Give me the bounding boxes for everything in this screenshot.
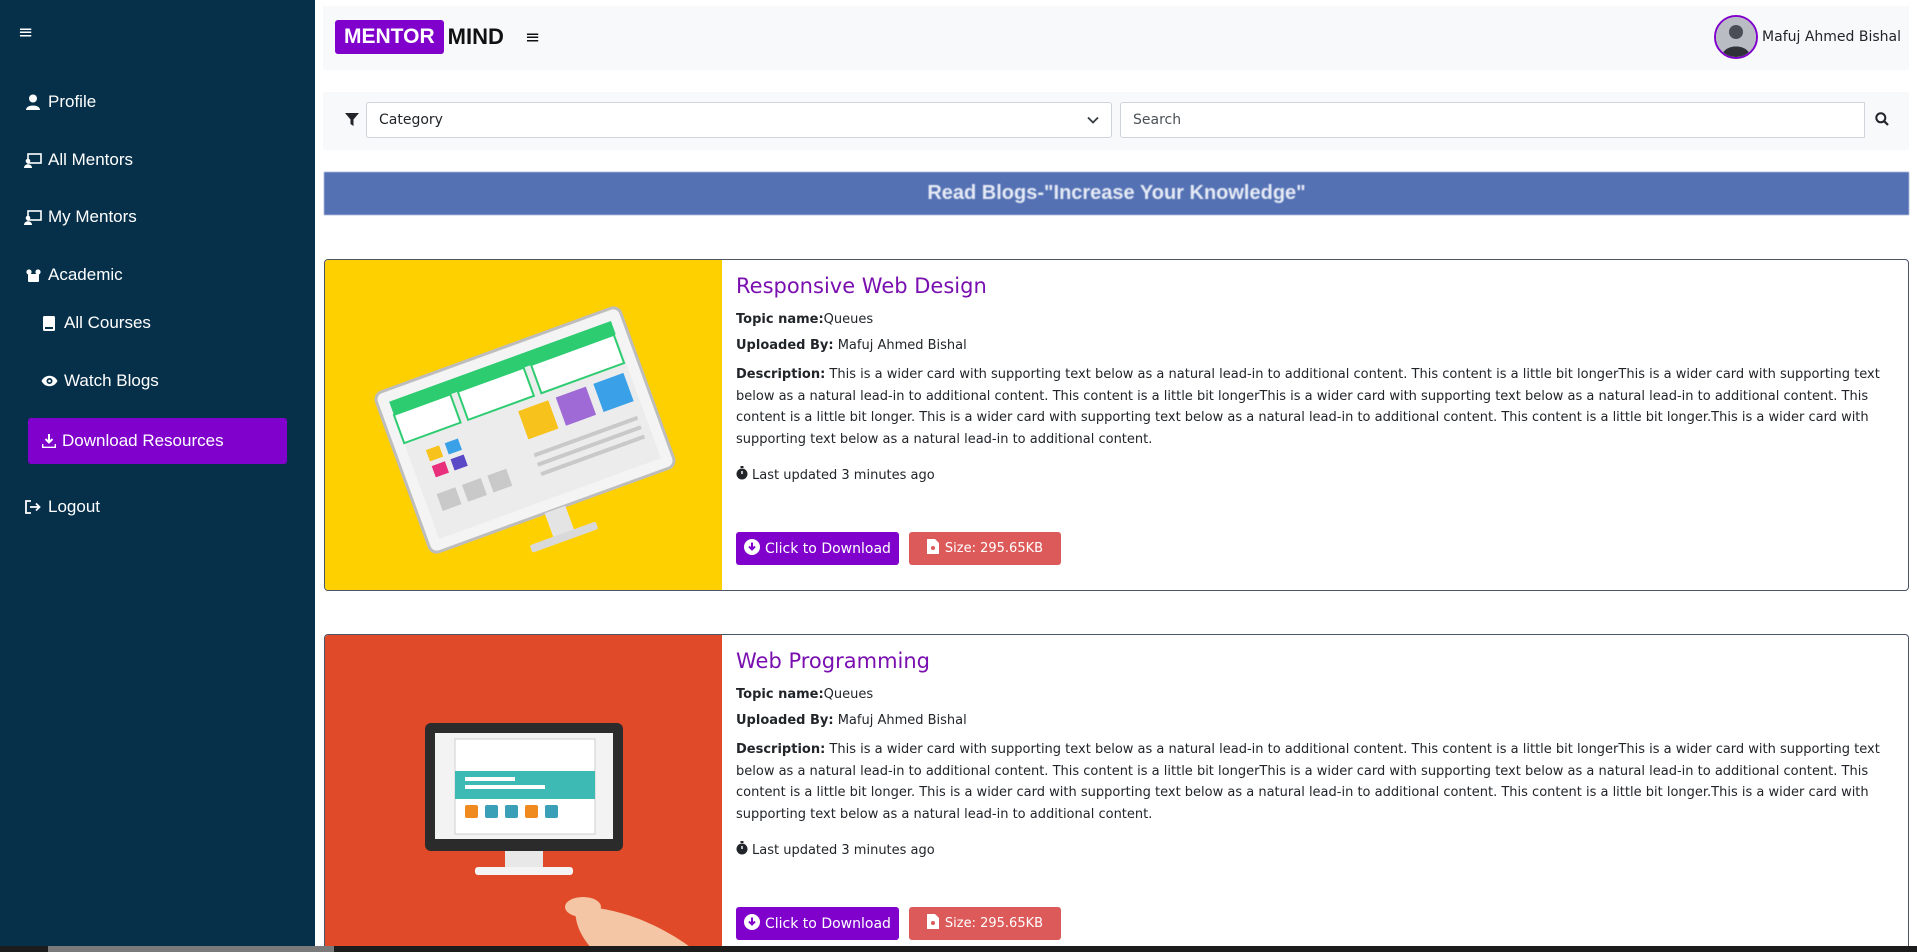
top-navbar: MENTOR MIND ≡ Mafuj Ahmed Bishal xyxy=(323,6,1909,70)
description-value: This is a wider card with supporting tex… xyxy=(736,367,1880,447)
resource-description: Description: This is a wider card with s… xyxy=(736,364,1886,450)
topic-label: Topic name: xyxy=(736,687,824,702)
chalkboard-teacher-icon xyxy=(24,208,42,226)
sidebar-item-academic[interactable]: Academic xyxy=(24,265,123,285)
resource-topic: Topic name:Queues xyxy=(736,312,1886,327)
file-size-label: Size: 295.65KB xyxy=(944,541,1044,556)
download-circle-icon xyxy=(744,538,760,559)
resource-card-body: Responsive Web Design Topic name:Queues … xyxy=(736,274,1886,484)
download-button[interactable]: Click to Download xyxy=(736,532,899,565)
topic-value: Queues xyxy=(823,312,874,327)
sidebar-item-all-courses[interactable]: All Courses xyxy=(40,313,151,333)
download-button[interactable]: Click to Download xyxy=(736,907,899,940)
sidebar-item-label: Download Resources xyxy=(62,431,224,450)
resource-title[interactable]: Web Programming xyxy=(736,649,1886,673)
file-pdf-icon xyxy=(926,539,939,558)
sidebar-item-all-mentors[interactable]: All Mentors xyxy=(24,150,133,170)
resource-description: Description: This is a wider card with s… xyxy=(736,739,1886,825)
resource-card: Web Programming Topic name:Queues Upload… xyxy=(324,634,1909,952)
uploaded-value: Mafuj Ahmed Bishal xyxy=(837,338,967,353)
sidebar-item-download-resources[interactable]: Download Resources xyxy=(28,418,287,464)
stopwatch-icon xyxy=(736,466,748,484)
chevron-down-icon xyxy=(1087,113,1099,129)
sidebar-item-label: All Courses xyxy=(64,313,151,332)
users-icon xyxy=(24,266,42,284)
description-value: This is a wider card with supporting tex… xyxy=(736,742,1880,822)
sidebar-item-logout[interactable]: Logout xyxy=(24,497,100,517)
sidebar-item-profile[interactable]: Profile xyxy=(24,92,96,112)
search-input[interactable]: Search xyxy=(1120,102,1865,138)
last-updated-text: Last updated 3 minutes ago xyxy=(752,842,935,858)
horizontal-scrollbar[interactable] xyxy=(0,946,1917,952)
download-button-label: Click to Download xyxy=(765,915,891,932)
resource-title[interactable]: Responsive Web Design xyxy=(736,274,1886,298)
sidebar: ≡ Profile All Mentors My Mentors Academi… xyxy=(0,0,315,952)
sidebar-item-label: Profile xyxy=(48,92,97,111)
sidebar-item-my-mentors[interactable]: My Mentors xyxy=(24,207,137,227)
resource-topic: Topic name:Queues xyxy=(736,687,1886,702)
resource-uploader: Uploaded By: Mafuj Ahmed Bishal xyxy=(736,713,1886,728)
sidebar-item-label: My Mentors xyxy=(48,207,137,226)
download-button-label: Click to Download xyxy=(765,540,891,557)
description-label: Description: xyxy=(736,367,826,382)
resource-actions: Click to Download Size: 295.65KB xyxy=(736,532,1062,565)
sidebar-menu-toggle-icon[interactable]: ≡ xyxy=(18,22,33,43)
resource-thumbnail xyxy=(325,260,722,590)
uploaded-label: Uploaded By: xyxy=(736,338,834,353)
avatar xyxy=(1714,15,1759,59)
eye-icon xyxy=(40,372,58,390)
resource-uploader: Uploaded By: Mafuj Ahmed Bishal xyxy=(736,338,1886,353)
filter-icon xyxy=(345,112,359,131)
file-pdf-icon xyxy=(926,914,939,933)
uploaded-value: Mafuj Ahmed Bishal xyxy=(837,713,967,728)
category-select-value: Category xyxy=(379,112,443,128)
sidebar-item-label: Academic xyxy=(48,265,123,284)
user-name: Mafuj Ahmed Bishal xyxy=(1762,29,1901,45)
filter-bar: Category Search xyxy=(323,92,1909,150)
search-placeholder: Search xyxy=(1133,112,1182,128)
search-icon xyxy=(1875,111,1889,130)
search-button[interactable] xyxy=(1865,102,1899,138)
file-size-button[interactable]: Size: 295.65KB xyxy=(908,532,1062,565)
sidebar-item-watch-blogs[interactable]: Watch Blogs xyxy=(40,371,159,391)
user-icon xyxy=(24,93,42,111)
menu-toggle-icon[interactable]: ≡ xyxy=(525,27,540,48)
sidebar-item-label: Watch Blogs xyxy=(64,371,159,390)
last-updated-text: Last updated 3 minutes ago xyxy=(752,467,935,483)
resource-card-body: Web Programming Topic name:Queues Upload… xyxy=(736,649,1886,859)
last-updated: Last updated 3 minutes ago xyxy=(736,466,1886,484)
brand-logo[interactable]: MENTOR MIND xyxy=(335,20,504,54)
resource-card: Responsive Web Design Topic name:Queues … xyxy=(324,259,1909,591)
blogs-banner: Read Blogs-"Increase Your Knowledge" xyxy=(324,172,1909,215)
download-icon xyxy=(42,434,56,448)
resource-thumbnail xyxy=(325,635,722,952)
sidebar-item-label: Logout xyxy=(48,497,100,516)
resource-actions: Click to Download Size: 295.65KB xyxy=(736,907,1062,940)
scrollbar-thumb[interactable] xyxy=(48,946,334,952)
stopwatch-icon xyxy=(736,841,748,859)
book-icon xyxy=(40,314,58,332)
user-menu[interactable]: Mafuj Ahmed Bishal xyxy=(1714,15,1901,59)
description-label: Description: xyxy=(736,742,826,757)
file-size-button[interactable]: Size: 295.65KB xyxy=(908,907,1062,940)
uploaded-label: Uploaded By: xyxy=(736,713,834,728)
file-size-label: Size: 295.65KB xyxy=(944,916,1044,931)
last-updated: Last updated 3 minutes ago xyxy=(736,841,1886,859)
logo-mentor-text: MENTOR xyxy=(335,20,444,54)
topic-label: Topic name: xyxy=(736,312,824,327)
sign-out-icon xyxy=(24,498,42,516)
category-select[interactable]: Category xyxy=(366,102,1112,138)
sidebar-item-label: All Mentors xyxy=(48,150,134,169)
logo-mind-text: MIND xyxy=(447,24,504,49)
chalkboard-teacher-icon xyxy=(24,151,42,169)
topic-value: Queues xyxy=(823,687,874,702)
download-circle-icon xyxy=(744,913,760,934)
